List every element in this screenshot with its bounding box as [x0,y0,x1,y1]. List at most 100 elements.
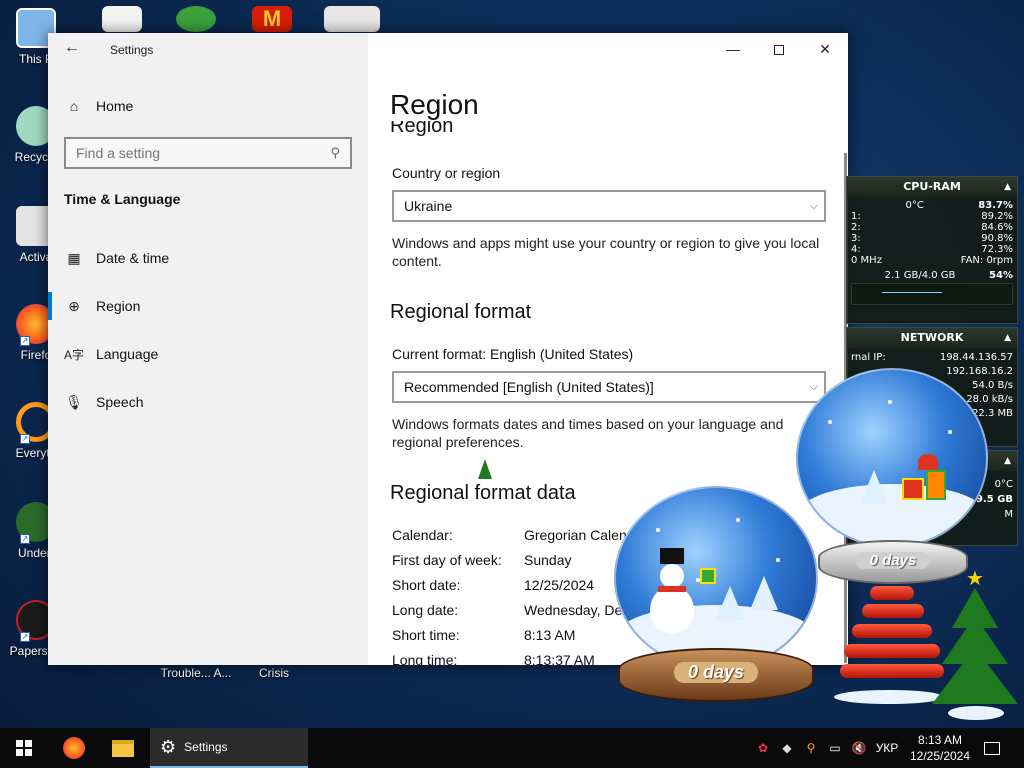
network-value: 22.3 MB [972,408,1013,419]
back-arrow-icon: ← [64,39,80,56]
row-value: 8:13:37 AM [524,652,595,665]
row-key: Short time: [392,627,460,643]
globe-glass [796,368,988,548]
desktop-icon-label: Trouble... A... [160,666,232,680]
shortcut-arrow-icon: ↗ [20,336,30,346]
taskbar-file-explorer[interactable] [99,728,147,768]
sidebar-item-label: Date & time [96,250,170,266]
section-title-clipped: Region [390,121,590,139]
snowflake [656,528,660,532]
globe-glass [614,486,818,670]
collapse-icon[interactable]: ▲ [1004,451,1011,471]
gadget-title: CPU-RAM [903,180,961,193]
network-value: 198.44.136.57 [939,352,1013,363]
network-label: rnal IP: [851,352,886,363]
minimize-button[interactable]: — [710,33,756,65]
globe-pedestal: 0 days [618,648,814,702]
row-key: First day of week: [392,552,502,568]
tray-network-icon[interactable]: ▭ [826,728,844,768]
minimize-icon: — [726,41,740,57]
gadget-temp: 0°C [994,479,1013,490]
language-indicator[interactable]: УКР [872,728,902,768]
tray-search-icon[interactable]: ⚲ [802,728,820,768]
taskbar-firefox[interactable] [50,728,98,768]
sidebar-item-speech[interactable]: 🎙 Speech [48,382,368,422]
tree-snow-base [948,706,1004,720]
tray-drop-icon[interactable]: ◆ [778,728,796,768]
network-row: rnal IP: 198.44.136.57 [847,352,1017,363]
maximize-button[interactable] [756,33,802,65]
gadget-header: CPU-RAM ▲ [847,177,1017,197]
gadget-storage: 9.5 GB [975,494,1013,505]
desktop-icon-trouble[interactable]: Trouble... A... [158,666,234,680]
cpu-freq: 0 MHz [851,255,882,266]
shortcut-arrow-icon: ↗ [20,632,30,642]
core-value: 89.2% [981,211,1013,222]
country-dropdown[interactable]: Ukraine ⌵ [392,190,826,222]
shortcut-arrow-icon: ↗ [20,534,30,544]
snow-ground [798,484,986,546]
cpu-total-row: 0°C 83.7% [847,200,1017,211]
back-button[interactable]: ← [60,39,84,59]
core-label: 3: [851,233,861,244]
language-icon: A字 [64,347,85,362]
cpu-freq-row: 0 MHz FAN: 0rpm [847,255,1017,266]
search-box[interactable]: ⚲ [64,137,352,169]
snow-tree-icon [716,586,744,620]
sidebar-item-region[interactable]: ⊕ Region [48,286,368,326]
cpu-core-row: 1: 89.2% [847,211,1017,222]
core-label: 2: [851,222,861,233]
desktop-icon-top-4[interactable] [322,6,382,36]
cpu-total: 83.7% [978,200,1013,211]
cpu-temp: 0°C [905,200,924,211]
desktop-icon-crisis[interactable]: Crisis [244,666,304,680]
format-dropdown[interactable]: Recommended [English (United States)] ⌵ [392,371,826,403]
app-icon [102,6,142,32]
cpu-ram-gadget[interactable]: CPU-RAM ▲ 0°C 83.7% 1: 89.2% 2: 84.6% 3:… [846,176,1018,324]
search-input[interactable] [76,145,316,161]
tray-volume-icon[interactable]: 🔇 [850,728,868,768]
network-value: 28.0 kB/s [966,394,1013,405]
desktop-icon-top-3[interactable]: M [242,6,302,36]
spiral-band [844,644,940,658]
start-button[interactable] [0,728,48,768]
notifications-button[interactable] [978,728,1006,768]
search-icon[interactable]: ⚲ [330,145,340,161]
gadget-header: NETWORK ▲ [847,328,1017,348]
network-value: 192.168.16.2 [946,366,1013,377]
microphone-icon: 🎙 [65,393,83,410]
gear-icon: ⚙ [160,736,177,757]
sidebar-item-date-time[interactable]: ▦ Date & time [48,238,368,278]
tray-app-icon[interactable]: ✿ [754,728,772,768]
page-title: Region [390,89,479,120]
home-icon: ⌂ [69,98,79,114]
clock-time: 8:13 AM [917,733,963,747]
regional-format-data-heading: Regional format data [390,482,576,504]
snowflake [888,400,892,404]
windows-logo-icon [16,740,32,756]
core-label: 1: [851,211,861,222]
close-button[interactable]: ✕ [802,33,848,65]
santa-hat-icon [918,454,938,470]
sidebar-item-language[interactable]: A字 Language [48,334,368,374]
window-title: Settings [110,43,154,57]
taskbar-settings[interactable]: ⚙ Settings [150,728,308,768]
clock[interactable]: 8:13 AM 12/25/2024 [904,732,976,764]
shortcut-arrow-icon: ↗ [20,434,30,444]
row-key: Calendar: [392,527,453,543]
taskbar-settings-label: Settings [184,740,228,754]
collapse-icon[interactable]: ▲ [1004,328,1011,348]
format-data-row-long-time: Long time: 8:13:37 AM [392,652,595,665]
snowflake [736,518,740,522]
collapse-icon[interactable]: ▲ [1004,177,1011,197]
christmas-tree-icon: ★ [928,568,1022,722]
row-key: Short date: [392,577,461,593]
desktop-icon-top-1[interactable] [92,6,152,36]
format-description: Windows formats dates and times based on… [392,416,784,450]
desktop-icon-top-2[interactable] [166,6,226,36]
snow-tree-icon [860,470,888,504]
sidebar-item-label: Language [96,346,159,362]
current-format-label: Current format: English (United States) [392,346,634,362]
cpu-fan: FAN: 0rpm [960,255,1013,266]
sidebar-home[interactable]: ⌂ Home [64,95,134,117]
